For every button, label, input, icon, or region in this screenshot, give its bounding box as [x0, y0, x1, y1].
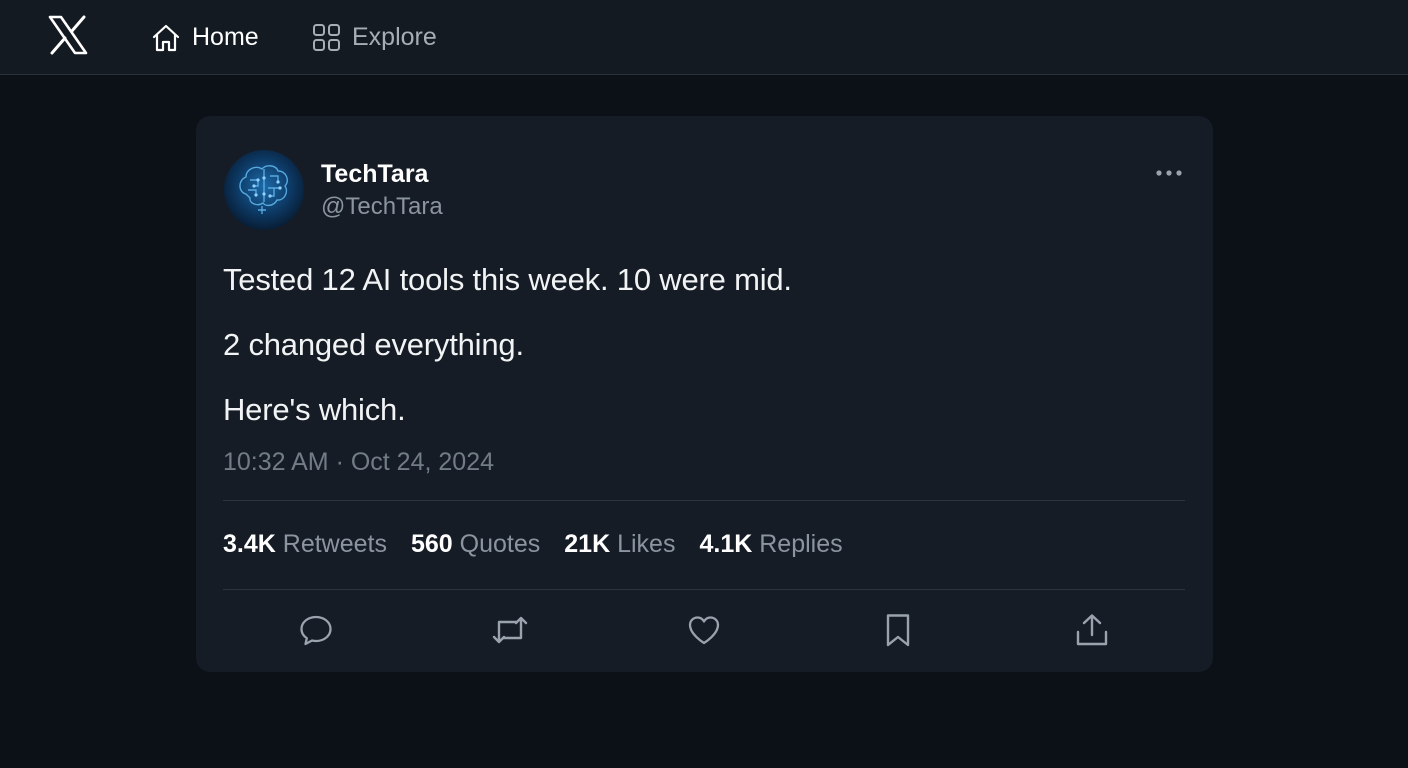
retweets-count: 3.4K: [223, 530, 276, 558]
retweets-stat[interactable]: 3.4K Retweets: [223, 530, 387, 559]
nav-explore[interactable]: Explore: [312, 0, 437, 75]
heart-icon: [686, 612, 722, 653]
tweet-action-bar: [196, 610, 1213, 654]
home-icon: [150, 22, 182, 54]
nav-home[interactable]: Home: [150, 0, 259, 75]
share-button[interactable]: [1070, 610, 1114, 654]
bookmark-button[interactable]: [876, 610, 920, 654]
engagement-stats: 3.4K Retweets 560 Quotes 21K Likes 4.1K …: [223, 530, 843, 559]
reply-icon: [298, 612, 334, 653]
share-icon: [1074, 612, 1110, 653]
tweet-text-line-1: Tested 12 AI tools this week. 10 were mi…: [223, 262, 792, 297]
replies-label: Replies: [759, 530, 843, 558]
quotes-label: Quotes: [459, 530, 541, 558]
avatar[interactable]: [224, 150, 304, 230]
quotes-stat[interactable]: 560 Quotes: [411, 530, 540, 559]
bookmark-icon: [880, 612, 916, 653]
more-dots-icon: [1155, 164, 1183, 182]
likes-label: Likes: [617, 530, 676, 558]
retweets-label: Retweets: [282, 530, 387, 558]
divider: [223, 589, 1185, 590]
tweet-text-line-2: 2 changed everything.: [223, 327, 524, 362]
grid-icon: [312, 23, 342, 53]
tweet-card: TechTara @TechTara Tested 12 AI tools th…: [196, 116, 1213, 672]
retweet-button[interactable]: [488, 610, 532, 654]
quotes-count: 560: [410, 530, 453, 558]
tweet-text-line-3: Here's which.: [223, 392, 406, 427]
reply-button[interactable]: [294, 610, 338, 654]
top-navigation-bar: Home Explore: [0, 0, 1408, 75]
nav-explore-label: Explore: [352, 23, 437, 51]
replies-stat[interactable]: 4.1K Replies: [699, 530, 842, 559]
replies-count: 4.1K: [699, 530, 753, 558]
user-handle[interactable]: @TechTara: [321, 193, 443, 221]
display-name[interactable]: TechTara: [321, 160, 428, 189]
likes-stat[interactable]: 21K Likes: [564, 530, 675, 559]
tweet-timestamp[interactable]: 10:32 AM · Oct 24, 2024: [223, 448, 494, 477]
divider: [223, 500, 1185, 501]
like-button[interactable]: [682, 610, 726, 654]
nav-home-label: Home: [192, 23, 259, 51]
likes-count: 21K: [564, 530, 611, 558]
x-logo-icon[interactable]: [46, 14, 90, 56]
more-options-button[interactable]: [1151, 160, 1187, 186]
retweet-icon: [490, 612, 530, 653]
brain-circuit-icon: [239, 165, 288, 214]
